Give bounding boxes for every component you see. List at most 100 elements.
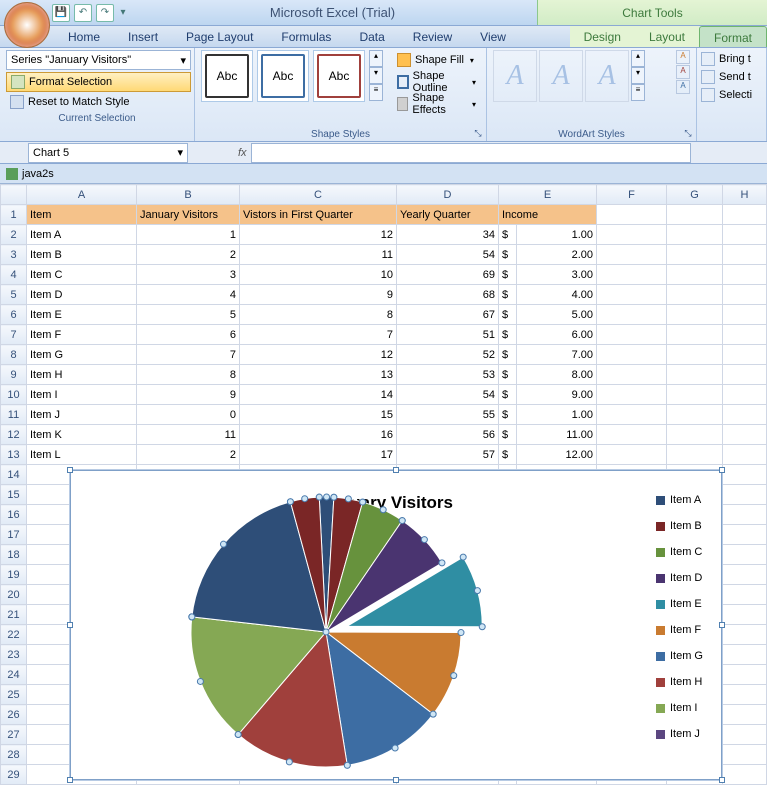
cell[interactable]: 5	[137, 305, 240, 325]
cell[interactable]: Yearly Quarter	[397, 205, 499, 225]
row-header[interactable]: 10	[1, 385, 27, 405]
cell[interactable]	[723, 325, 767, 345]
send-to-back-button[interactable]: Send t	[701, 68, 760, 86]
tab-design[interactable]: Design	[570, 26, 635, 47]
row-header[interactable]: 16	[1, 505, 27, 525]
selection-handle[interactable]	[479, 624, 485, 630]
cell[interactable]: 11	[137, 425, 240, 445]
selection-handle[interactable]	[439, 560, 445, 566]
selection-handle[interactable]	[286, 759, 292, 765]
cell[interactable]	[723, 205, 767, 225]
qa-customize-icon[interactable]: ▾	[118, 4, 128, 22]
legend-item[interactable]: Item A	[656, 487, 703, 513]
table-row[interactable]: 4Item C31069$3.00	[1, 265, 767, 285]
col-header[interactable]: D	[397, 185, 499, 205]
table-row[interactable]: 8Item G71252$7.00	[1, 345, 767, 365]
wordart-swatch[interactable]: A	[539, 50, 583, 102]
table-row[interactable]: 9Item H81353$8.00	[1, 365, 767, 385]
cell[interactable]	[597, 265, 667, 285]
tab-view[interactable]: View	[466, 26, 520, 47]
col-header[interactable]: F	[597, 185, 667, 205]
cell[interactable]	[723, 725, 767, 745]
cell[interactable]	[667, 225, 723, 245]
table-row[interactable]: 3Item B21154$2.00	[1, 245, 767, 265]
selection-handle[interactable]	[430, 711, 436, 717]
cell[interactable]	[723, 465, 767, 485]
shape-outline-button[interactable]: Shape Outline▾	[393, 72, 480, 92]
cell[interactable]	[723, 745, 767, 765]
cell[interactable]	[723, 405, 767, 425]
wordart-swatch[interactable]: A	[585, 50, 629, 102]
resize-handle[interactable]	[393, 777, 399, 783]
selection-handle[interactable]	[316, 494, 322, 500]
cell[interactable]	[723, 625, 767, 645]
legend-item[interactable]: Item E	[656, 591, 703, 617]
cell[interactable]: 7.00	[517, 345, 597, 365]
cell[interactable]: 8	[240, 305, 397, 325]
row-header[interactable]: 13	[1, 445, 27, 465]
cell[interactable]	[597, 405, 667, 425]
cell[interactable]	[597, 305, 667, 325]
tab-home[interactable]: Home	[54, 26, 114, 47]
row-header[interactable]: 22	[1, 625, 27, 645]
table-row[interactable]: 2Item A11234$1.00	[1, 225, 767, 245]
col-header[interactable]: A	[27, 185, 137, 205]
tab-insert[interactable]: Insert	[114, 26, 172, 47]
cell[interactable]: Item A	[27, 225, 137, 245]
table-row[interactable]: 11Item J01555$1.00	[1, 405, 767, 425]
cell[interactable]	[723, 545, 767, 565]
selection-handle[interactable]	[324, 494, 330, 500]
table-row[interactable]: 12Item K111656$11.00	[1, 425, 767, 445]
cell[interactable]: 11	[240, 245, 397, 265]
tab-review[interactable]: Review	[399, 26, 466, 47]
cell[interactable]	[723, 285, 767, 305]
cell[interactable]	[597, 365, 667, 385]
selection-handle[interactable]	[197, 678, 203, 684]
col-header[interactable]: B	[137, 185, 240, 205]
row-header[interactable]: 17	[1, 525, 27, 545]
text-fill-icon[interactable]: A	[676, 50, 690, 64]
row-header[interactable]: 21	[1, 605, 27, 625]
worksheet[interactable]: ABCDEFGH 1ItemJanuary VisitorsVistors in…	[0, 184, 767, 785]
cell[interactable]: Item H	[27, 365, 137, 385]
cell[interactable]	[597, 325, 667, 345]
tab-data[interactable]: Data	[345, 26, 398, 47]
cell[interactable]: Income	[499, 205, 597, 225]
table-row[interactable]: 10Item I91454$9.00	[1, 385, 767, 405]
cell[interactable]: $	[499, 265, 517, 285]
cell[interactable]: 2	[137, 245, 240, 265]
row-header[interactable]: 25	[1, 685, 27, 705]
cell[interactable]: 54	[397, 245, 499, 265]
cell[interactable]: $	[499, 385, 517, 405]
cell[interactable]: 2	[137, 445, 240, 465]
cell[interactable]	[723, 685, 767, 705]
cell[interactable]: 7	[137, 345, 240, 365]
cell[interactable]	[597, 245, 667, 265]
resize-handle[interactable]	[393, 467, 399, 473]
selection-handle[interactable]	[458, 630, 464, 636]
selection-handle[interactable]	[392, 745, 398, 751]
undo-icon[interactable]: ↶	[74, 4, 92, 22]
cell[interactable]: 12	[240, 225, 397, 245]
cell[interactable]	[723, 585, 767, 605]
name-box[interactable]: Chart 5 ▾	[28, 143, 188, 163]
selection-handle[interactable]	[302, 496, 308, 502]
text-effects-icon[interactable]: A	[676, 80, 690, 94]
shape-effects-button[interactable]: Shape Effects▾	[393, 94, 480, 114]
legend-item[interactable]: Item I	[656, 695, 703, 721]
row-header[interactable]: 18	[1, 545, 27, 565]
cell[interactable]	[667, 385, 723, 405]
selection-handle[interactable]	[235, 732, 241, 738]
cell[interactable]: Item I	[27, 385, 137, 405]
resize-handle[interactable]	[67, 467, 73, 473]
cell[interactable]	[723, 765, 767, 785]
cell[interactable]: Item F	[27, 325, 137, 345]
cell[interactable]	[723, 225, 767, 245]
cell[interactable]	[723, 425, 767, 445]
resize-handle[interactable]	[719, 777, 725, 783]
col-header[interactable]: C	[240, 185, 397, 205]
cell[interactable]: 10	[240, 265, 397, 285]
legend-item[interactable]: Item G	[656, 643, 703, 669]
cell[interactable]	[667, 265, 723, 285]
embedded-chart[interactable]: January Visitors Item AItem BItem CItem …	[70, 470, 722, 780]
